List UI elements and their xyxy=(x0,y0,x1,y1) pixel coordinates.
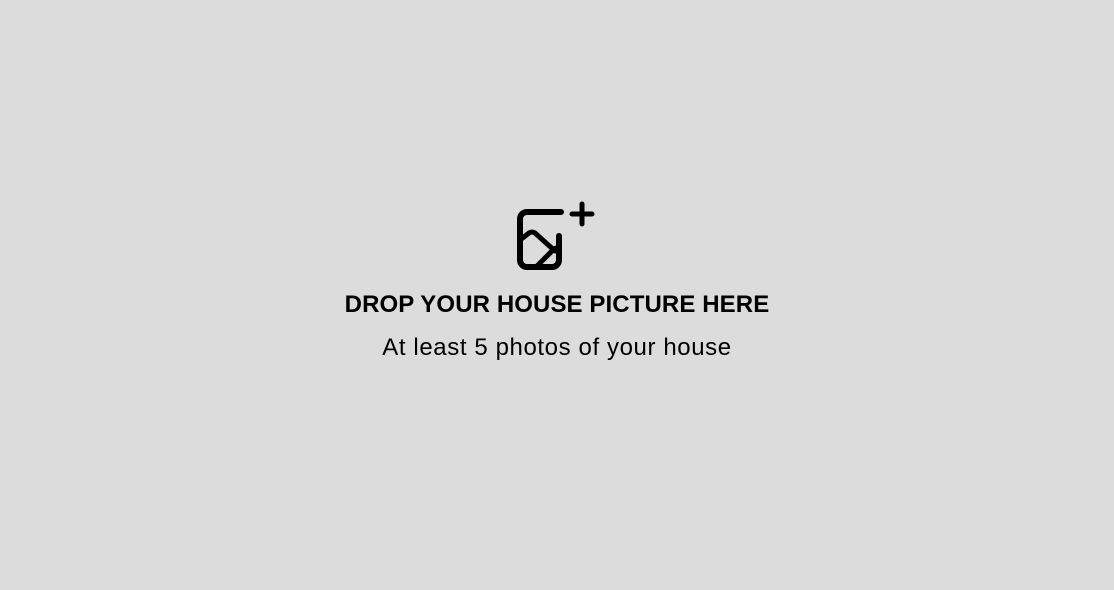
dropzone-subtitle: At least 5 photos of your house xyxy=(382,334,732,361)
photo-dropzone[interactable]: DROP YOUR HOUSE PICTURE HERE At least 5 … xyxy=(0,0,1114,590)
add-image-icon xyxy=(515,200,597,274)
dropzone-title: DROP YOUR HOUSE PICTURE HERE xyxy=(344,291,770,318)
